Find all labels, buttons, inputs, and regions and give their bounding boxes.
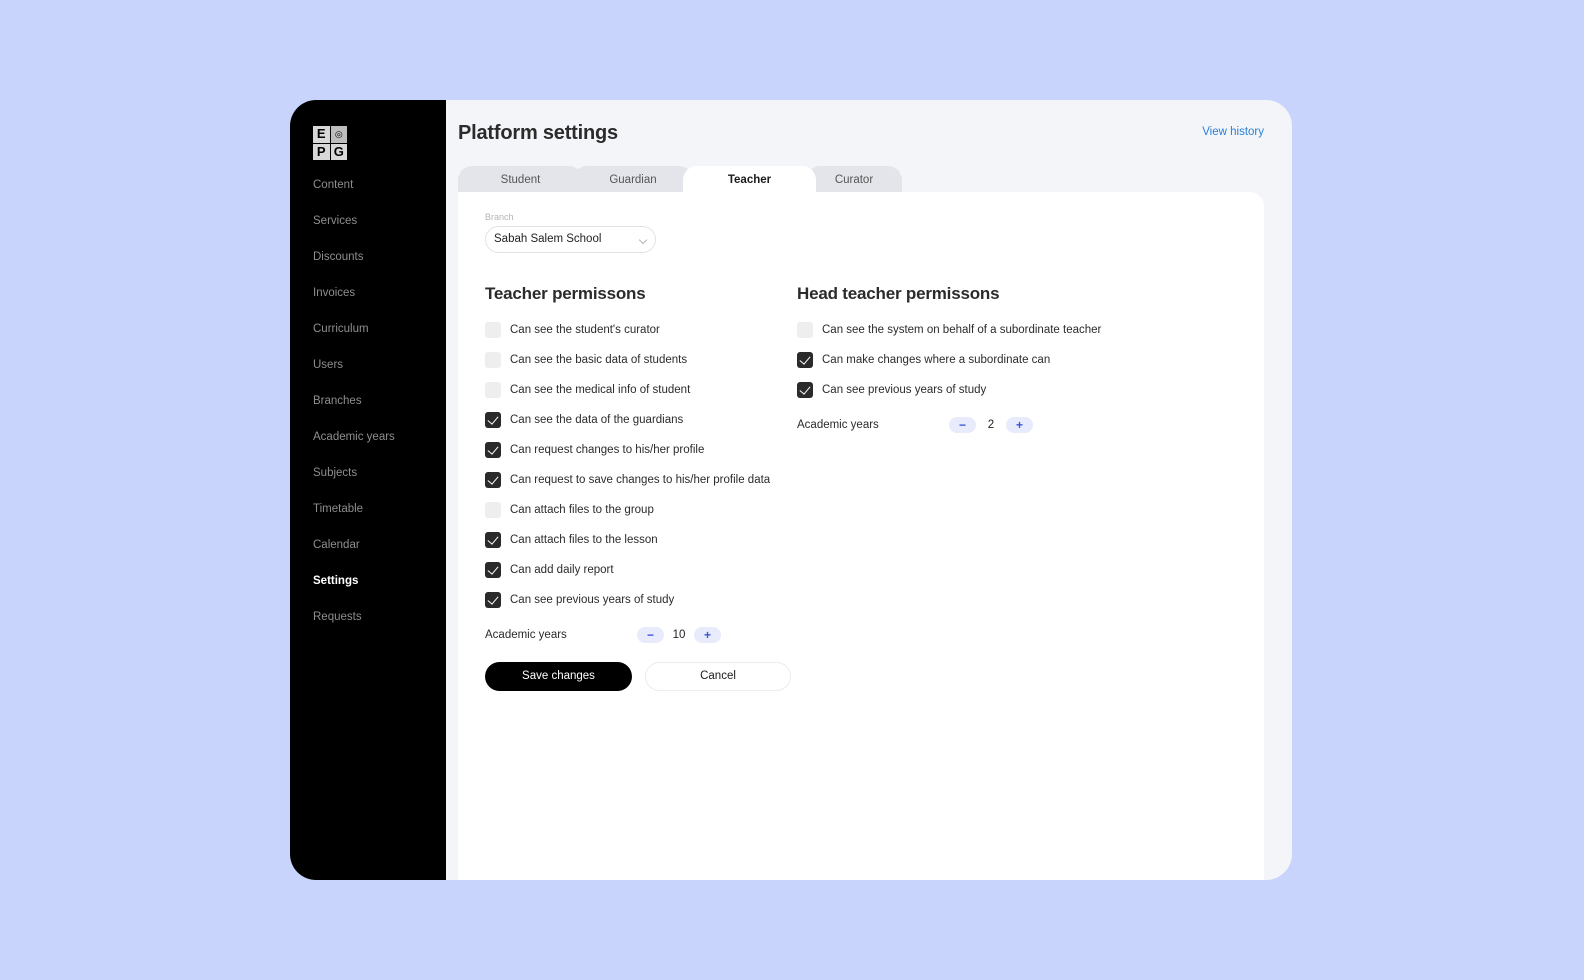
checkbox-unchecked[interactable]	[485, 382, 501, 398]
sidebar-item-requests[interactable]: Requests	[313, 608, 446, 644]
tab-curator[interactable]: Curator	[806, 166, 902, 192]
checkbox-unchecked[interactable]	[485, 322, 501, 338]
permission-item[interactable]: Can see the medical info of student	[485, 382, 791, 412]
permission-item[interactable]: Can see previous years of study	[485, 592, 791, 622]
teacher-permissions-list: Can see the student's curator Can see the…	[485, 322, 791, 622]
sidebar-item-users[interactable]: Users	[313, 356, 446, 392]
logo-mark-icon: ◎	[330, 126, 347, 143]
sidebar-item-settings[interactable]: Settings	[313, 572, 446, 608]
permission-label: Can request changes to his/her profile	[510, 444, 705, 456]
teacher-permissions-section: Teacher permissons Can see the student's…	[485, 284, 791, 691]
cancel-button[interactable]: Cancel	[645, 662, 791, 691]
head-teacher-academic-years: Academic years − 2 +	[797, 414, 1101, 436]
branch-select-value: Sabah Salem School	[494, 233, 602, 245]
permission-label: Can see the system on behalf of a subord…	[822, 324, 1102, 336]
page-title: Platform settings	[458, 122, 618, 144]
permission-label: Can see previous years of study	[510, 594, 675, 606]
sidebar-nav: Content Services Discounts Invoices Curricul…	[313, 176, 446, 644]
sidebar-item-timetable[interactable]: Timetable	[313, 500, 446, 536]
permission-item[interactable]: Can request changes to his/her profile	[485, 442, 791, 472]
academic-years-label: Academic years	[485, 629, 567, 641]
permission-item[interactable]: Can request to save changes to his/her p…	[485, 472, 791, 502]
checkbox-checked[interactable]	[485, 562, 501, 578]
logo-letter-e: E	[313, 126, 330, 143]
sidebar-item-curriculum[interactable]: Curriculum	[313, 320, 446, 356]
head-teacher-permissions-section: Head teacher permissons Can see the syst…	[797, 284, 1101, 436]
permission-item[interactable]: Can see previous years of study	[797, 382, 1101, 412]
increment-button[interactable]: +	[694, 627, 721, 643]
teacher-permissions-title: Teacher permissons	[485, 284, 646, 303]
logo-letter-g: G	[330, 143, 347, 160]
checkbox-checked[interactable]	[485, 412, 501, 428]
checkbox-checked[interactable]	[797, 382, 813, 398]
checkbox-checked[interactable]	[485, 472, 501, 488]
branch-label: Branch	[485, 212, 514, 222]
sidebar-item-content[interactable]: Content	[313, 176, 446, 212]
permission-label: Can attach files to the lesson	[510, 534, 658, 546]
permission-label: Can attach files to the group	[510, 504, 654, 516]
decrement-button[interactable]: −	[637, 627, 664, 643]
sidebar-item-subjects[interactable]: Subjects	[313, 464, 446, 500]
head-teacher-permissions-title: Head teacher permissons	[797, 284, 1000, 303]
permission-label: Can see the data of the guardians	[510, 414, 684, 426]
settings-panel: Branch Sabah Salem School Teacher permis…	[458, 192, 1264, 880]
tab-teacher[interactable]: Teacher	[683, 166, 816, 192]
checkbox-checked[interactable]	[485, 532, 501, 548]
tab-guardian[interactable]: Guardian	[573, 166, 693, 192]
view-history-link[interactable]: View history	[1202, 126, 1264, 138]
sidebar-item-academic-years[interactable]: Academic years	[313, 428, 446, 464]
sidebar-item-invoices[interactable]: Invoices	[313, 284, 446, 320]
permission-label: Can see the medical info of student	[510, 384, 691, 396]
chevron-down-icon	[638, 235, 648, 245]
permission-label: Can see previous years of study	[822, 384, 987, 396]
sidebar-item-calendar[interactable]: Calendar	[313, 536, 446, 572]
sidebar: E ◎ P G Content Services Discounts Invoices…	[290, 100, 446, 880]
tab-student[interactable]: Student	[458, 166, 583, 192]
permission-label: Can add daily report	[510, 564, 614, 576]
permission-item[interactable]: Can attach files to the group	[485, 502, 791, 532]
logo-letter-p: P	[313, 143, 330, 160]
permission-item[interactable]: Can see the data of the guardians	[485, 412, 791, 442]
checkbox-checked[interactable]	[485, 442, 501, 458]
increment-button[interactable]: +	[1006, 417, 1033, 433]
teacher-academic-years: Academic years − 10 +	[485, 624, 791, 646]
permission-item[interactable]: Can see the basic data of students	[485, 352, 791, 382]
form-actions: Save changes Cancel	[485, 662, 791, 691]
decrement-button[interactable]: −	[949, 417, 976, 433]
sidebar-item-services[interactable]: Services	[313, 212, 446, 248]
checkbox-unchecked[interactable]	[485, 352, 501, 368]
academic-years-value: 10	[672, 629, 686, 641]
sidebar-item-discounts[interactable]: Discounts	[313, 248, 446, 284]
permission-label: Can request to save changes to his/her p…	[510, 474, 771, 486]
permission-item[interactable]: Can add daily report	[485, 562, 791, 592]
checkbox-unchecked[interactable]	[485, 502, 501, 518]
permission-item[interactable]: Can make changes where a subordinate can	[797, 352, 1101, 382]
save-changes-button[interactable]: Save changes	[485, 662, 632, 691]
academic-years-label: Academic years	[797, 419, 879, 431]
permission-item[interactable]: Can attach files to the lesson	[485, 532, 791, 562]
permission-item[interactable]: Can see the student's curator	[485, 322, 791, 352]
branch-select[interactable]: Sabah Salem School	[485, 226, 656, 253]
permission-item[interactable]: Can see the system on behalf of a subord…	[797, 322, 1101, 352]
checkbox-checked[interactable]	[485, 592, 501, 608]
role-tabs: Student Guardian Teacher Curator	[458, 166, 902, 192]
permission-label: Can see the student's curator	[510, 324, 660, 336]
permission-label: Can make changes where a subordinate can	[822, 354, 1051, 366]
sidebar-item-branches[interactable]: Branches	[313, 392, 446, 428]
head-teacher-permissions-list: Can see the system on behalf of a subord…	[797, 322, 1101, 412]
checkbox-checked[interactable]	[797, 352, 813, 368]
permission-label: Can see the basic data of students	[510, 354, 688, 366]
academic-years-value: 2	[987, 419, 995, 431]
checkbox-unchecked[interactable]	[797, 322, 813, 338]
epg-logo: E ◎ P G	[313, 126, 347, 160]
